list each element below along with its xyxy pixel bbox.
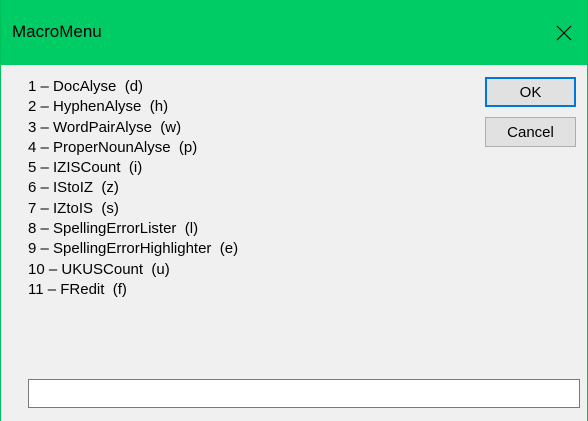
window-title: MacroMenu [12, 22, 102, 41]
macro-choice-input[interactable] [28, 379, 580, 408]
macro-item-iztois: 7 – IZtoIS (s) [28, 199, 119, 217]
macro-item-propernounalyse: 4 – ProperNounAlyse (p) [28, 138, 198, 156]
macro-item-docalyse: 1 – DocAlyse (d) [28, 78, 144, 95]
dialog-body: 1 – DocAlyse (d) 2 – HyphenAlyse (h) 3 –… [1, 65, 587, 421]
macro-item-hyphenalyse: 2 – HyphenAlyse (h) [28, 98, 169, 116]
cancel-button[interactable]: Cancel [485, 117, 576, 147]
macro-item-ukuscount: 10 – UKUSCount (u) [28, 260, 170, 278]
macro-item-wordpairalyse: 3 – WordPairAlyse (w) [28, 118, 182, 136]
macro-item-spellingerrorlister: 8 – SpellingErrorLister (l) [28, 220, 199, 238]
macro-menu-dialog: MacroMenu 1 – DocAlyse (d) 2 – HyphenAly… [0, 0, 588, 421]
ok-button[interactable]: OK [485, 77, 576, 107]
macro-item-spellingerrorhighlighter: 9 – SpellingErrorHighlighter (e) [28, 240, 239, 258]
macro-list: 1 – DocAlyse (d) 2 – HyphenAlyse (h) 3 –… [28, 77, 238, 300]
close-icon [556, 25, 572, 41]
close-button[interactable] [541, 12, 587, 54]
macro-item-istoiz: 6 – IStoIZ (z) [28, 179, 119, 197]
macro-item-iziscount: 5 – IZISCount (i) [28, 159, 143, 177]
title-bar: MacroMenu [1, 0, 587, 65]
macro-item-fredit: 11 – FRedit (f) [28, 280, 127, 298]
